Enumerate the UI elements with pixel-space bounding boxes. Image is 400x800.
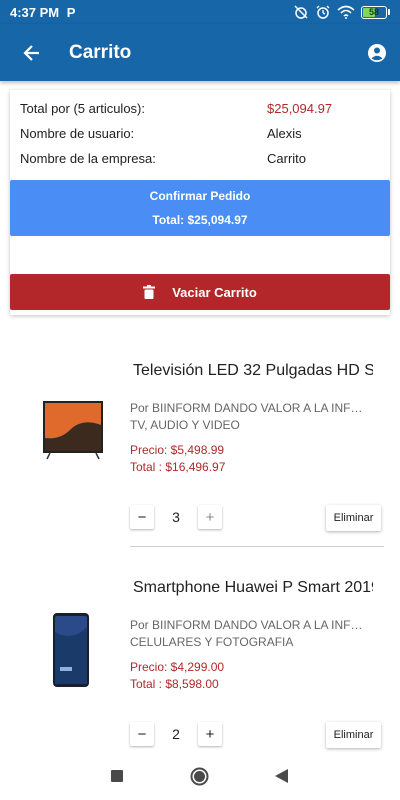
account-button[interactable] [365,41,389,65]
remove-item-button[interactable]: Eliminar [326,722,381,748]
alarm-icon [316,5,330,19]
product-category: TV, AUDIO Y VIDEO [130,418,240,432]
summary-username-value: Alexis [267,125,302,141]
product-image-tv [43,401,103,460]
summary-row-company: Nombre de la empresa: Carrito [20,148,380,168]
product-title: Smartphone Huawei P Smart 2019 [133,579,373,596]
increase-quantity-button[interactable]: + [198,722,222,746]
back-button[interactable] [4,24,60,81]
product-category: CELULARES Y FOTOGRAFIA [130,635,294,649]
app-bar: Carrito [0,24,400,81]
recents-square-icon[interactable] [111,770,123,782]
confirm-order-total: Total: $25,094.97 [152,213,248,227]
summary-username-label: Nombre de usuario: [20,125,135,141]
summary-row-username: Nombre de usuario: Alexis [20,123,380,143]
summary-row-total: Total por (5 articulos): $25,094.97 [20,98,380,118]
back-triangle-icon[interactable] [275,769,288,783]
status-time: 4:37 PM [10,4,60,20]
remove-item-button[interactable]: Eliminar [326,505,381,531]
battery-icon: 58 [361,5,390,19]
product-description: Por BIINFORM DANDO VALOR A LA INFORMACIO… [130,617,370,651]
confirm-order-label: Confirmar Pedido [149,189,251,203]
summary-company-value: Carrito [267,150,307,166]
status-bar: 4:37 PM P 58 [0,0,400,24]
product-seller: Por BIINFORM DANDO VALOR A LA INFORMACIO… [130,618,370,632]
order-summary-card: Total por (5 articulos): $25,094.97 Nomb… [10,90,390,315]
quantity-value: 3 [172,509,180,525]
status-icons: 58 [293,4,390,20]
confirm-order-button[interactable]: Confirmar Pedido Total: $25,094.97 [10,180,390,236]
decrease-quantity-button[interactable]: − [130,505,154,529]
product-description: Por BIINFORM DANDO VALOR A LA INFORMACIO… [130,400,370,434]
decrease-quantity-button[interactable]: − [130,722,154,746]
product-prices: Precio: $4,299.00 Total : $8,598.00 [130,659,224,693]
item-divider [130,546,384,547]
product-image-phone [53,613,89,687]
battery-level-text: 58 [368,7,379,17]
product-total-price: Total : $8,598.00 [130,677,219,691]
summary-company-label: Nombre de la empresa: [20,150,156,166]
quantity-stepper: − 3 + [130,505,222,529]
product-unit-price: Precio: $4,299.00 [130,660,225,674]
account-circle-icon [368,43,386,62]
arrow-left-icon [23,44,39,61]
system-nav-bar [0,752,400,800]
clear-cart-button[interactable]: Vaciar Carrito [10,274,390,310]
product-unit-price: Precio: $5,498.99 [130,443,225,457]
product-seller: Por BIINFORM DANDO VALOR A LA INFORMACIO… [130,401,370,415]
alarm-off-icon [294,5,308,19]
trash-icon [143,285,156,299]
wifi-icon [337,5,355,19]
clear-cart-label: Vaciar Carrito [172,284,257,300]
summary-total-value: $25,094.97 [267,100,333,116]
product-total-price: Total : $16,496.97 [130,460,226,474]
increase-quantity-button[interactable]: + [198,505,222,529]
app-notification-icon: P [66,4,76,20]
quantity-value: 2 [172,726,180,742]
product-title: Televisión LED 32 Pulgadas HD Sm [133,362,373,379]
home-circle-icon[interactable] [190,767,209,786]
page-title: Carrito [69,41,132,63]
summary-total-label: Total por (5 articulos): [20,100,145,116]
quantity-stepper: − 2 + [130,722,222,746]
product-prices: Precio: $5,498.99 Total : $16,496.97 [130,442,225,476]
